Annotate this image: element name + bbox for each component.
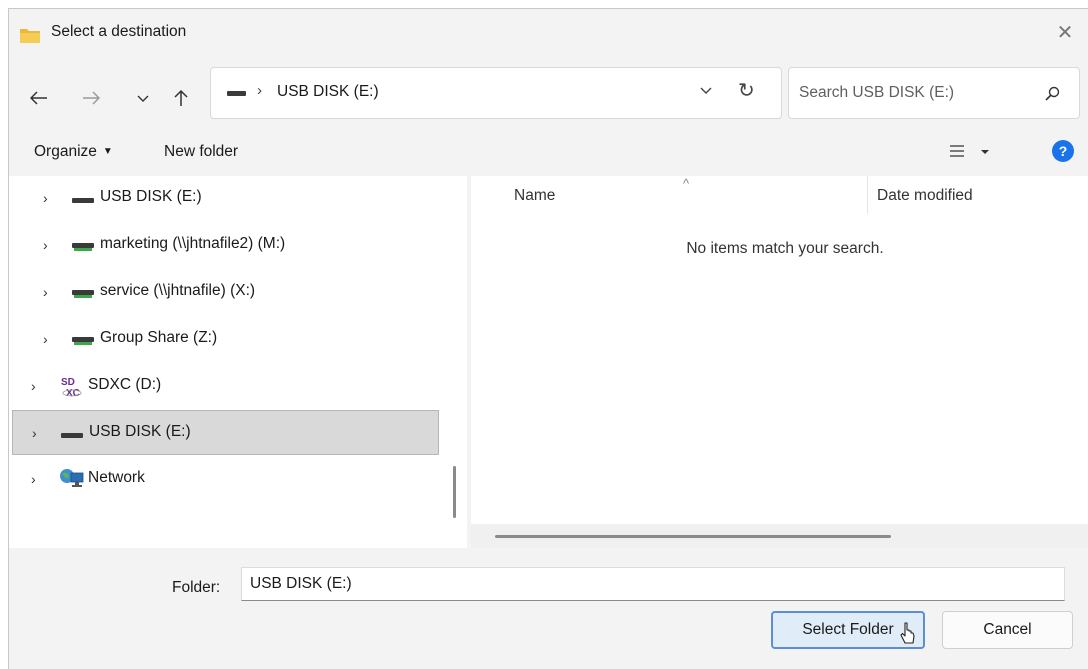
- tree-item-marketing[interactable]: › marketing (\\jhtnafile2) (M:): [9, 223, 467, 268]
- navigation-pane-scrollbar[interactable]: [453, 466, 456, 518]
- chevron-right-icon[interactable]: ›: [31, 378, 43, 394]
- organize-label: Organize: [34, 143, 97, 160]
- arrow-right-icon: [83, 91, 100, 105]
- folder-label: Folder:: [172, 579, 221, 596]
- chevron-right-icon[interactable]: ›: [31, 471, 43, 487]
- folder-icon: [20, 29, 40, 43]
- sort-ascending-icon: ^: [683, 176, 690, 191]
- tree-item-label: Group Share (Z:): [100, 329, 218, 346]
- select-destination-dialog: Select a destination ✕ › USB DISK (E:) ↻…: [8, 8, 1088, 669]
- help-icon: ?: [1058, 143, 1068, 159]
- search-icon[interactable]: [1044, 85, 1062, 103]
- tree-item-label: service (\\jhtnafile) (X:): [100, 282, 256, 299]
- chevron-right-icon[interactable]: ›: [43, 331, 55, 347]
- close-icon: ✕: [1056, 21, 1074, 44]
- tree-item-service[interactable]: › service (\\jhtnafile) (X:): [9, 270, 467, 315]
- new-folder-button[interactable]: New folder: [164, 143, 238, 161]
- refresh-button[interactable]: ↻: [738, 78, 755, 103]
- organize-menu[interactable]: Organize ▼: [34, 143, 113, 161]
- tree-item-label: USB DISK (E:): [100, 188, 202, 205]
- forward-button[interactable]: [75, 77, 107, 119]
- chevron-down-icon: [137, 95, 149, 102]
- navigation-pane[interactable]: › USB DISK (E:) › marketing (\\jhtnafile…: [9, 176, 467, 548]
- list-view-icon: [950, 145, 989, 157]
- tree-item-group-share[interactable]: › Group Share (Z:): [9, 317, 467, 362]
- title-bar: Select a destination ✕: [9, 9, 1088, 55]
- column-header-name[interactable]: Name: [514, 187, 555, 205]
- network-drive-icon: [71, 284, 97, 302]
- breadcrumb-location[interactable]: USB DISK (E:): [277, 83, 379, 101]
- network-drive-icon: [71, 331, 97, 349]
- arrow-left-icon: [30, 91, 47, 105]
- svg-text:SD: SD: [61, 377, 75, 388]
- caret-down-icon: ▼: [102, 146, 113, 157]
- tree-item-sdxc[interactable]: › SD XC SDXC (D:): [9, 364, 467, 409]
- network-drive-icon: [71, 237, 97, 255]
- network-icon: [59, 468, 85, 487]
- drive-icon: [71, 190, 97, 208]
- search-input[interactable]: [799, 82, 1029, 104]
- horizontal-scrollbar[interactable]: [471, 524, 1088, 548]
- close-button[interactable]: ✕: [1042, 9, 1088, 55]
- empty-state-message: No items match your search.: [686, 240, 884, 257]
- up-button[interactable]: [165, 77, 197, 119]
- chevron-down-icon: [700, 87, 712, 94]
- tree-item-label: SDXC (D:): [88, 376, 162, 393]
- command-bar: Organize ▼ New folder ?: [9, 129, 1088, 175]
- tree-item-label: USB DISK (E:): [89, 423, 191, 440]
- cancel-button[interactable]: Cancel: [942, 611, 1073, 649]
- mouse-cursor-icon: [900, 622, 915, 644]
- chevron-right-icon[interactable]: ›: [32, 425, 44, 441]
- horizontal-scrollbar-thumb[interactable]: [495, 535, 891, 538]
- tree-item-network[interactable]: › Network: [9, 457, 467, 502]
- address-bar[interactable]: › USB DISK (E:) ↻: [210, 67, 782, 119]
- drive-icon: [227, 91, 246, 96]
- tree-item-label: Network: [88, 469, 145, 486]
- file-list-pane[interactable]: Name ^ Date modified No items match your…: [471, 176, 1088, 548]
- help-button[interactable]: ?: [1052, 140, 1074, 162]
- sd-card-icon: SD XC: [59, 375, 85, 399]
- arrow-up-icon: [174, 89, 188, 106]
- address-history-button[interactable]: [699, 82, 713, 99]
- tree-item-usb-disk[interactable]: › USB DISK (E:): [9, 176, 467, 221]
- chevron-right-icon[interactable]: ›: [43, 190, 55, 206]
- column-divider[interactable]: [867, 176, 868, 214]
- folder-field[interactable]: [241, 567, 1065, 601]
- back-button[interactable]: [23, 77, 55, 119]
- refresh-icon: ↻: [738, 80, 755, 102]
- drive-icon: [60, 425, 86, 443]
- column-header-date-modified[interactable]: Date modified: [877, 187, 973, 205]
- search-box[interactable]: [788, 67, 1080, 119]
- recent-locations-button[interactable]: [127, 77, 159, 119]
- chevron-right-icon[interactable]: ›: [43, 237, 55, 253]
- tree-item-label: marketing (\\jhtnafile2) (M:): [100, 235, 286, 252]
- tree-item-usb-disk-selected[interactable]: › USB DISK (E:): [12, 410, 439, 455]
- window-title: Select a destination: [51, 23, 187, 40]
- breadcrumb-separator: ›: [257, 82, 262, 99]
- chevron-right-icon[interactable]: ›: [43, 284, 55, 300]
- view-options-button[interactable]: [946, 140, 1006, 164]
